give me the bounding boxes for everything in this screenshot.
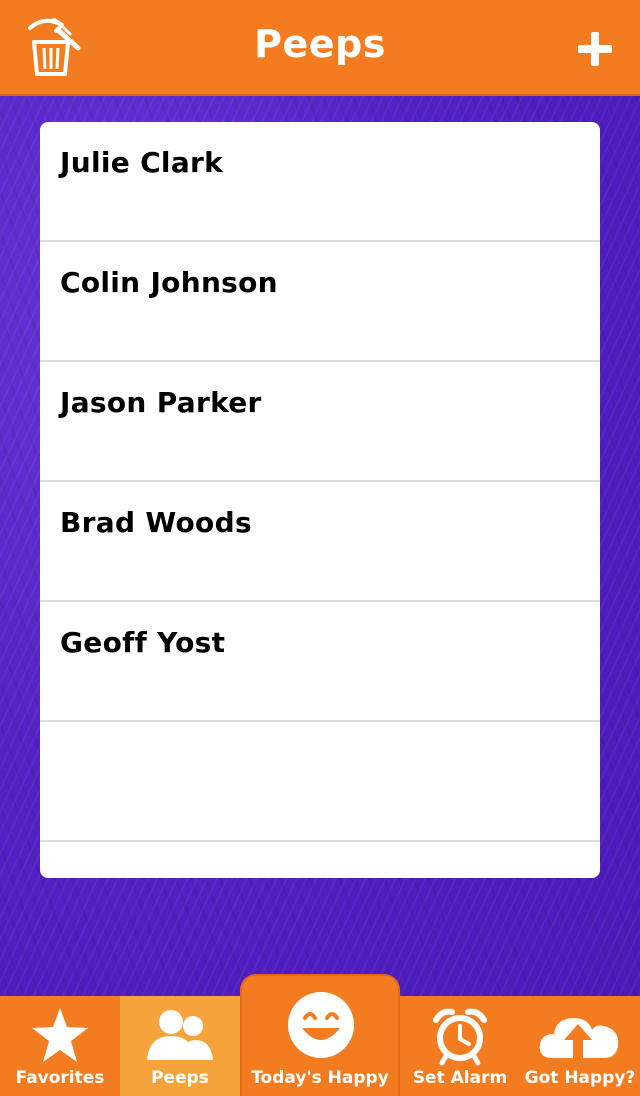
tab-label: Got Happy? xyxy=(524,1068,636,1088)
tab-todays-happy[interactable]: Today's Happy xyxy=(240,974,400,1096)
peeps-list: Julie Clark Colin Johnson Jason Parker B… xyxy=(40,122,600,878)
list-item[interactable]: Julie Clark xyxy=(40,122,600,242)
tab-peeps[interactable]: Peeps xyxy=(120,996,240,1096)
tab-label: Favorites xyxy=(15,1068,105,1088)
list-item-empty[interactable] xyxy=(40,842,600,878)
person-name: Geoff Yost xyxy=(60,626,226,659)
tab-got-happy[interactable]: Got Happy? xyxy=(520,996,640,1096)
top-bar: Peeps xyxy=(0,0,640,96)
people-icon xyxy=(147,1010,213,1060)
list-item[interactable]: Geoff Yost xyxy=(40,602,600,722)
star-icon xyxy=(32,1008,88,1062)
smiley-icon xyxy=(288,992,354,1058)
tab-label: Peeps xyxy=(151,1068,209,1088)
person-name: Jason Parker xyxy=(60,386,262,419)
person-name: Colin Johnson xyxy=(60,266,278,299)
page-title: Peeps xyxy=(254,22,386,66)
tab-set-alarm[interactable]: Set Alarm xyxy=(400,996,520,1096)
list-item-empty[interactable] xyxy=(40,722,600,842)
plus-icon[interactable] xyxy=(578,32,612,66)
tab-favorites[interactable]: Favorites xyxy=(0,996,120,1096)
tab-label: Today's Happy xyxy=(251,1068,389,1088)
person-name: Julie Clark xyxy=(60,146,224,179)
person-name: Brad Woods xyxy=(60,506,252,539)
list-item[interactable]: Jason Parker xyxy=(40,362,600,482)
list-item[interactable]: Colin Johnson xyxy=(40,242,600,362)
cloud-upload-icon xyxy=(539,1018,619,1058)
tab-label: Set Alarm xyxy=(412,1068,508,1088)
alarm-clock-icon xyxy=(433,1008,487,1066)
list-item[interactable]: Brad Woods xyxy=(40,482,600,602)
